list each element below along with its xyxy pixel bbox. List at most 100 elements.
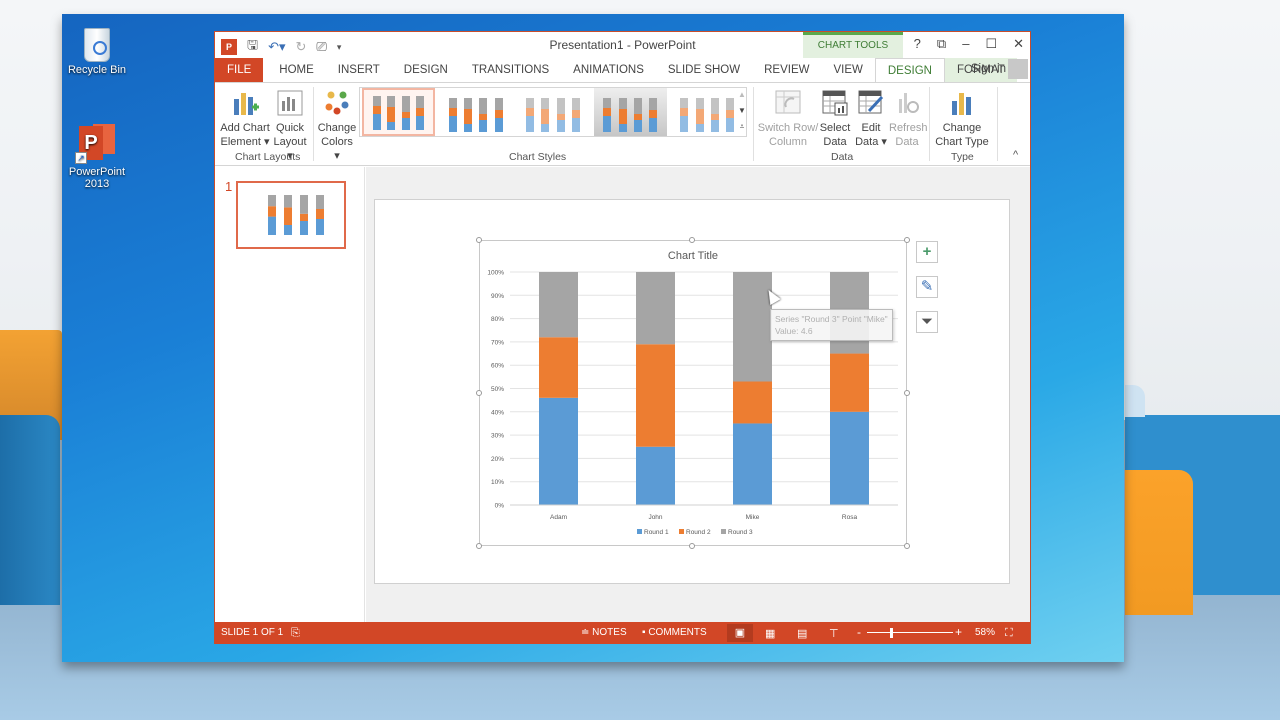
bar-segment-round-2-john[interactable] bbox=[636, 344, 675, 447]
wallpaper-cushion bbox=[1125, 385, 1145, 417]
resize-handle[interactable] bbox=[904, 543, 910, 549]
close-button[interactable]: ✕ bbox=[1013, 36, 1024, 52]
chart-style-option[interactable] bbox=[362, 88, 436, 136]
group-separator bbox=[929, 87, 930, 161]
tab-insert[interactable]: INSERT bbox=[326, 58, 392, 82]
select-data-button[interactable]: Select Data bbox=[819, 87, 851, 149]
add-chart-element-button[interactable]: Add Chart Element ▾ bbox=[219, 87, 271, 149]
bar-segment-round-1-mike[interactable] bbox=[733, 423, 772, 505]
thumbnail-bar-segment bbox=[284, 225, 292, 235]
help-button[interactable]: ? bbox=[914, 36, 921, 52]
desktop-icon-powerpoint[interactable]: P ↗ PowerPoint 2013 bbox=[62, 124, 132, 190]
slide-sorter-icon[interactable]: ▦ bbox=[765, 627, 775, 640]
chart-styles-brush-icon[interactable]: ✎ bbox=[916, 276, 938, 298]
spell-check-icon[interactable]: ⎘ bbox=[291, 627, 300, 640]
bar-segment-round-2-rosa[interactable] bbox=[830, 353, 869, 412]
bar-segment-round-2-mike[interactable] bbox=[733, 381, 772, 424]
chart-elements-plus-icon[interactable]: + bbox=[916, 241, 938, 263]
chart-style-option[interactable] bbox=[516, 88, 589, 136]
zoom-out-button[interactable]: - bbox=[857, 625, 861, 639]
window-controls: ? ⧉ – ☐ ✕ bbox=[914, 36, 1024, 52]
gallery-up-arrow-icon[interactable]: ▲ bbox=[735, 87, 749, 103]
normal-view-icon[interactable]: ▣ bbox=[727, 624, 753, 642]
desktop-icon-label: PowerPoint 2013 bbox=[68, 166, 126, 190]
y-tick-label: 0% bbox=[495, 503, 505, 510]
tab-chart-design[interactable]: DESIGN bbox=[874, 58, 945, 82]
resize-handle[interactable] bbox=[904, 390, 910, 396]
chart-filters-funnel-icon[interactable]: ⏷ bbox=[916, 311, 938, 333]
chart-style-option[interactable] bbox=[593, 88, 667, 136]
chart-style-option[interactable] bbox=[671, 88, 744, 136]
tab-view[interactable]: VIEW bbox=[821, 58, 874, 82]
legend-label: Round 3 bbox=[728, 529, 753, 536]
slideshow-view-icon[interactable]: ⊤ bbox=[829, 627, 839, 640]
bar-segment-round-3-adam[interactable] bbox=[539, 272, 578, 338]
desktop-icon-recycle-bin[interactable]: Recycle Bin bbox=[62, 28, 132, 76]
x-tick-label: Rosa bbox=[842, 514, 858, 521]
chart-style-preview-bar bbox=[603, 98, 612, 132]
tab-review[interactable]: REVIEW bbox=[752, 58, 821, 82]
tab-design[interactable]: DESIGN bbox=[392, 58, 460, 82]
refresh-data-button[interactable]: Refresh Data bbox=[889, 87, 928, 149]
group-label-chart-layouts: Chart Layouts bbox=[235, 151, 301, 163]
x-tick-label: Adam bbox=[550, 514, 567, 521]
ribbon-display-options-button[interactable]: ⧉ bbox=[937, 36, 946, 52]
gallery-down-arrow-icon[interactable]: ▼ bbox=[735, 103, 749, 119]
gallery-more-icon[interactable]: ⩡ bbox=[735, 119, 749, 135]
resize-handle[interactable] bbox=[689, 543, 695, 549]
maximize-button[interactable]: ☐ bbox=[985, 36, 997, 52]
chart-style-preview-bar bbox=[541, 98, 550, 132]
minimize-button[interactable]: – bbox=[962, 36, 969, 52]
tab-animations[interactable]: ANIMATIONS bbox=[561, 58, 656, 82]
zoom-slider-track[interactable] bbox=[867, 632, 953, 633]
resize-handle[interactable] bbox=[476, 543, 482, 549]
bar-segment-round-1-rosa[interactable] bbox=[830, 411, 869, 505]
y-tick-label: 90% bbox=[491, 293, 504, 300]
data-point-tooltip: Series "Round 3" Point "Mike" Value: 4.6 bbox=[770, 309, 893, 341]
resize-handle[interactable] bbox=[476, 237, 482, 243]
chart-style-preview-bar bbox=[494, 98, 503, 132]
slide-thumbnail[interactable] bbox=[236, 181, 346, 249]
switch-row-column-button[interactable]: Switch Row/ Column bbox=[757, 87, 819, 149]
resize-handle[interactable] bbox=[904, 237, 910, 243]
bar-segment-round-3-john[interactable] bbox=[636, 272, 675, 345]
user-avatar-icon[interactable] bbox=[1008, 59, 1028, 79]
fit-slide-icon[interactable]: ⛶ bbox=[1005, 627, 1013, 640]
bar-segment-round-2-adam[interactable] bbox=[539, 337, 578, 398]
chart-style-preview-bar bbox=[680, 98, 689, 132]
bar-segment-round-3-mike[interactable] bbox=[733, 272, 772, 382]
powerpoint-window: P 🖫 ↶▾ ↻ ⎚ ▾ Presentation1 - PowerPoint … bbox=[214, 31, 1031, 644]
slide[interactable]: Chart Title 0% 10% 20% 30% 40% 50% 60% 70% 80% 90… bbox=[374, 199, 1010, 584]
bar-segment-round-1-adam[interactable] bbox=[539, 397, 578, 505]
chart-style-preview-bar bbox=[556, 98, 565, 132]
comments-button[interactable]: ▪ COMMENTS bbox=[642, 627, 707, 638]
sign-in-link[interactable]: Sign in bbox=[971, 63, 1006, 75]
chart-object[interactable]: Chart Title 0% 10% 20% 30% 40% 50% 60% 70% 80% 90… bbox=[476, 237, 910, 549]
thumbnail-bar-segment bbox=[316, 219, 324, 235]
chart-title[interactable]: Chart Title bbox=[668, 250, 718, 262]
resize-handle[interactable] bbox=[689, 237, 695, 243]
reading-view-icon[interactable]: ▤ bbox=[797, 627, 807, 640]
chart-style-preview-bar bbox=[416, 96, 425, 130]
resize-handle[interactable] bbox=[476, 390, 482, 396]
legend-swatch bbox=[637, 529, 642, 534]
tab-transitions[interactable]: TRANSITIONS bbox=[460, 58, 561, 82]
zoom-slider-thumb[interactable] bbox=[889, 628, 893, 638]
tab-file[interactable]: FILE bbox=[215, 58, 264, 82]
change-colors-button[interactable]: Change Colors ▾ bbox=[317, 87, 357, 163]
change-colors-icon bbox=[323, 89, 351, 117]
tab-home[interactable]: HOME bbox=[267, 58, 326, 82]
zoom-level[interactable]: 58% bbox=[975, 627, 995, 638]
bar-segment-round-1-john[interactable] bbox=[636, 446, 675, 505]
edit-data-button[interactable]: Edit Data ▾ bbox=[853, 87, 889, 149]
change-chart-type-button[interactable]: Change Chart Type bbox=[933, 87, 991, 149]
tab-slide-show[interactable]: SLIDE SHOW bbox=[656, 58, 752, 82]
zoom-in-button[interactable]: + bbox=[955, 625, 962, 639]
ribbon-tabs: FILE HOME INSERT DESIGN TRANSITIONS ANIM… bbox=[215, 58, 1030, 82]
wallpaper-sofa bbox=[1125, 470, 1193, 615]
y-tick-label: 40% bbox=[491, 409, 504, 416]
slide-thumbnails-pane: 1 bbox=[215, 167, 365, 622]
chart-style-option[interactable] bbox=[439, 88, 512, 136]
collapse-ribbon-button[interactable]: ^ bbox=[1013, 149, 1018, 161]
notes-button[interactable]: ≐ NOTES bbox=[581, 627, 627, 638]
